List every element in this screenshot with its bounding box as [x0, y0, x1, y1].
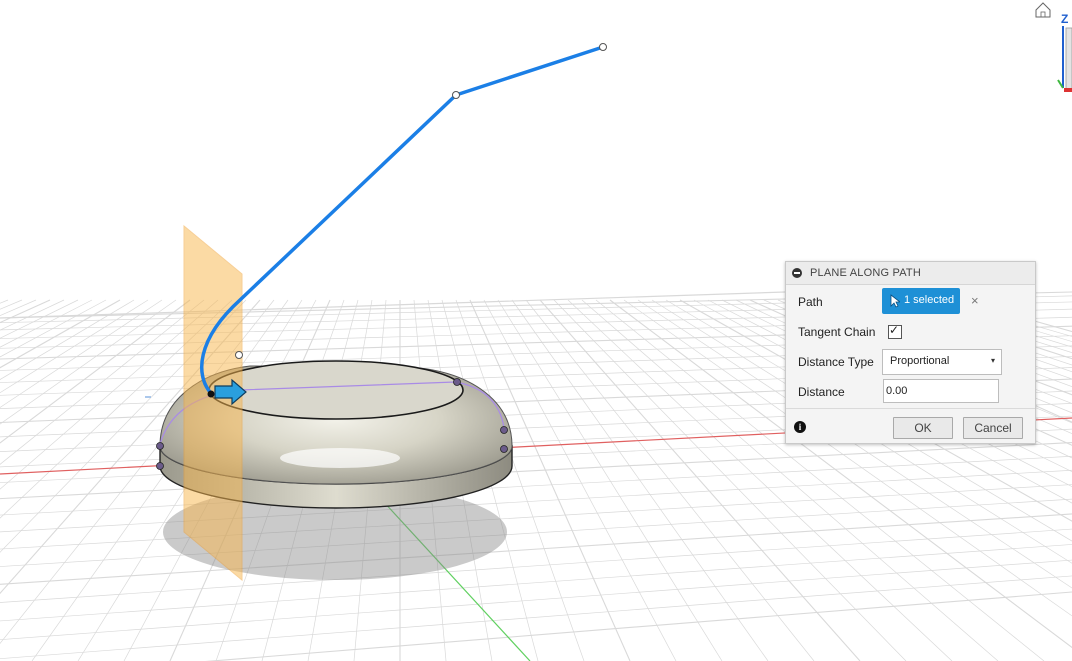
cursor-icon: [890, 294, 900, 308]
path-selection-text: 1 selected: [904, 294, 955, 306]
path-selection-button[interactable]: 1 selected: [882, 288, 960, 314]
path-point-start[interactable]: [207, 390, 215, 398]
distance-type-row: Distance Type Proportional ▾: [786, 347, 1035, 377]
path-point-handle[interactable]: [235, 351, 243, 359]
dialog-header: PLANE ALONG PATH: [786, 262, 1035, 285]
distance-type-select[interactable]: Proportional ▾: [882, 349, 1002, 375]
distance-type-value: Proportional: [890, 355, 950, 367]
path-point-mid[interactable]: [452, 91, 460, 99]
home-icon[interactable]: [1035, 2, 1051, 18]
dialog-title: PLANE ALONG PATH: [810, 267, 921, 279]
distance-type-label: Distance Type: [798, 355, 874, 369]
chevron-down-icon: ▾: [990, 356, 995, 365]
distance-input[interactable]: [883, 379, 999, 403]
clear-selection-icon[interactable]: ×: [971, 293, 979, 308]
viewcube-z-label: Z: [1061, 12, 1068, 26]
cancel-button[interactable]: Cancel: [963, 417, 1023, 439]
dialog-footer: i OK Cancel: [786, 408, 1035, 444]
path-row: Path 1 selected ×: [786, 287, 1035, 317]
path-point-end[interactable]: [599, 43, 607, 51]
ok-button[interactable]: OK: [893, 417, 953, 439]
info-icon[interactable]: i: [794, 421, 806, 433]
viewcube-icon[interactable]: [1057, 26, 1072, 92]
dome-highlight: [280, 448, 400, 468]
check-icon: ✓: [889, 323, 900, 337]
distance-row: Distance: [786, 377, 1035, 407]
tangent-chain-checkbox[interactable]: ✓: [888, 323, 902, 339]
distance-label: Distance: [798, 385, 845, 399]
tangent-chain-label: Tangent Chain: [798, 325, 876, 339]
plane-along-path-dialog: PLANE ALONG PATH Path 1 selected × Tange…: [785, 261, 1036, 444]
path-curve[interactable]: [199, 45, 605, 394]
path-label: Path: [798, 295, 823, 309]
collapse-icon[interactable]: [792, 268, 802, 278]
tangent-chain-row: Tangent Chain ✓: [786, 317, 1035, 347]
